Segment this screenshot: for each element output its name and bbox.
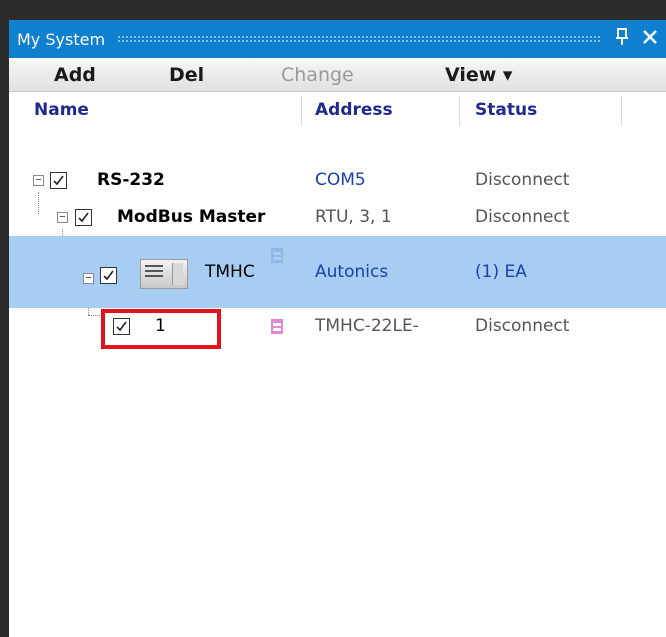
tmhc-device-icon: [140, 259, 188, 289]
view-dropdown-button[interactable]: View ▾: [445, 58, 512, 92]
row-name: ModBus Master: [117, 207, 266, 227]
channel-icon: [271, 319, 283, 334]
row-checkbox[interactable]: [50, 172, 67, 189]
column-header: Name Address Status: [9, 92, 666, 128]
collapse-toggle[interactable]: −: [33, 175, 44, 186]
tree-row[interactable]: − RS-232 COM5 Disconnect: [9, 162, 666, 199]
my-system-panel: My System Add Del Change View ▾ Name Add…: [9, 20, 666, 637]
row-name: RS-232: [97, 170, 165, 190]
column-name-header[interactable]: Name: [34, 92, 89, 128]
column-divider: [621, 96, 622, 126]
row-address: COM5: [315, 170, 366, 190]
row-address: TMHC-22LE-: [315, 316, 419, 336]
row-address: Autonics: [315, 262, 389, 282]
row-checkbox[interactable]: [100, 267, 117, 284]
column-status-header[interactable]: Status: [475, 92, 537, 128]
column-divider: [301, 96, 302, 126]
collapse-toggle[interactable]: −: [83, 273, 94, 284]
pin-icon[interactable]: [610, 28, 634, 50]
tree-row[interactable]: − ModBus Master RTU, 3, 1 Disconnect: [9, 199, 666, 236]
row-checkbox[interactable]: [75, 209, 92, 226]
highlight-annotation-box: [101, 309, 221, 349]
column-address-header[interactable]: Address: [315, 92, 393, 128]
change-button[interactable]: Change: [281, 58, 354, 92]
toolbar: Add Del Change View ▾: [9, 58, 666, 92]
window-top-strip: [0, 0, 666, 20]
device-list-icon: [271, 248, 283, 263]
del-button[interactable]: Del: [169, 58, 204, 92]
row-name: TMHC: [205, 262, 255, 282]
panel-title-bar[interactable]: My System: [9, 20, 666, 58]
row-status: Disconnect: [475, 316, 570, 336]
column-divider: [459, 96, 460, 126]
row-status: Disconnect: [475, 170, 570, 190]
row-status: (1) EA: [475, 262, 527, 282]
close-icon[interactable]: [638, 29, 662, 49]
panel-title: My System: [17, 29, 106, 49]
row-status: Disconnect: [475, 207, 570, 227]
tree-row-selected[interactable]: − TMHC Autonics (1) EA: [9, 236, 666, 308]
row-address: RTU, 3, 1: [315, 207, 392, 227]
collapse-toggle[interactable]: −: [57, 212, 68, 223]
title-grip: [117, 35, 600, 43]
add-button[interactable]: Add: [54, 58, 96, 92]
window-left-border: [0, 20, 9, 637]
